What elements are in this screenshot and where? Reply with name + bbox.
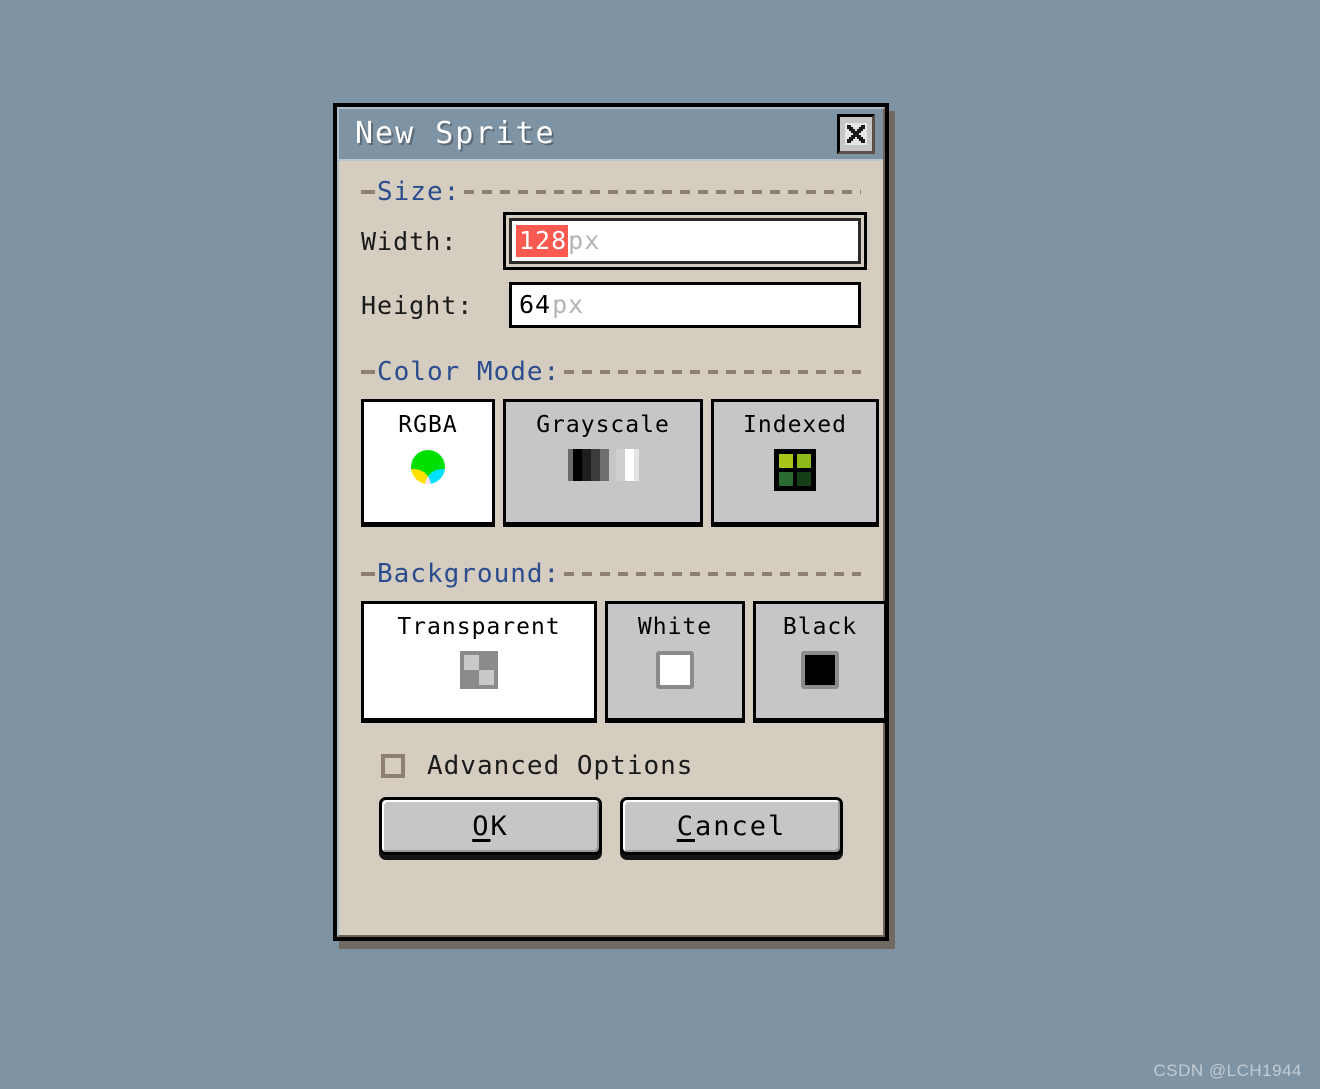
- color-mode-indexed-button[interactable]: Indexed: [711, 399, 879, 527]
- palette-grid-icon: [774, 449, 816, 491]
- dialog-body: Size: Width: 128 px Height: 64 px Color …: [339, 161, 887, 935]
- group-rule: [564, 572, 861, 576]
- ok-mnemonic: O: [472, 810, 491, 842]
- cancel-rest: ancel: [694, 810, 787, 842]
- group-dash: [361, 370, 375, 374]
- cancel-button-label: Cancel: [677, 813, 787, 840]
- advanced-options-row[interactable]: Advanced Options: [361, 753, 861, 779]
- advanced-options-label: Advanced Options: [427, 751, 694, 781]
- color-mode-options: RGBA Grayscale Indexed: [361, 399, 879, 527]
- color-mode-grayscale-label: Grayscale: [536, 412, 670, 438]
- color-mode-indexed-label: Indexed: [743, 412, 847, 438]
- rgb-venn-icon: [397, 449, 459, 505]
- dialog-titlebar[interactable]: New Sprite: [339, 109, 883, 161]
- width-label: Width:: [361, 226, 458, 256]
- cancel-mnemonic: C: [676, 810, 695, 842]
- cancel-button[interactable]: Cancel: [620, 797, 843, 855]
- width-input[interactable]: 128 px: [503, 212, 867, 270]
- color-mode-rgba-label: RGBA: [398, 412, 458, 438]
- background-white-label: White: [637, 614, 713, 640]
- background-transparent-button[interactable]: Transparent: [361, 601, 597, 723]
- width-suffix: px: [568, 226, 601, 255]
- dialog-button-row: OK Cancel: [361, 797, 861, 855]
- group-dash: [361, 190, 375, 194]
- color-mode-group-header: Color Mode:: [361, 355, 861, 389]
- color-mode-group-label: Color Mode:: [377, 357, 561, 387]
- height-label: Height:: [361, 290, 474, 320]
- width-field-row: Width: 128 px: [361, 212, 867, 270]
- group-dash: [361, 572, 375, 576]
- height-field-row: Height: 64 px: [361, 277, 861, 333]
- ok-rest: K: [490, 810, 509, 842]
- height-input[interactable]: 64 px: [509, 282, 861, 328]
- grayscale-ramp-icon: [567, 449, 639, 481]
- ok-button-label: OK: [472, 813, 509, 840]
- advanced-options-checkbox[interactable]: [381, 754, 405, 778]
- white-swatch-icon: [656, 651, 694, 689]
- checkerboard-icon: [460, 651, 498, 689]
- background-black-label: Black: [782, 614, 858, 640]
- ok-button[interactable]: OK: [379, 797, 602, 855]
- watermark: CSDN @LCH1944: [1153, 1061, 1302, 1080]
- color-mode-rgba-button[interactable]: RGBA: [361, 399, 495, 527]
- background-white-button[interactable]: White: [605, 601, 745, 723]
- close-x-icon: [845, 123, 867, 145]
- size-group-header: Size:: [361, 175, 861, 209]
- new-sprite-dialog: New Sprite Size: Width: 128 px Height: 6…: [333, 103, 889, 941]
- group-rule: [464, 190, 861, 194]
- close-button[interactable]: [837, 114, 875, 154]
- width-value: 128: [516, 225, 569, 257]
- size-group-label: Size:: [377, 177, 461, 207]
- background-group-label: Background:: [377, 559, 561, 589]
- dialog-inner-frame: New Sprite Size: Width: 128 px Height: 6…: [337, 107, 887, 937]
- background-black-button[interactable]: Black: [753, 601, 887, 723]
- height-value: 64: [519, 290, 552, 319]
- dialog-title: New Sprite: [355, 116, 556, 151]
- group-rule: [564, 370, 861, 374]
- background-transparent-label: Transparent: [397, 614, 561, 640]
- black-swatch-icon: [801, 651, 839, 689]
- background-options: Transparent White Black: [361, 601, 887, 723]
- background-group-header: Background:: [361, 557, 861, 591]
- height-suffix: px: [552, 290, 585, 319]
- color-mode-grayscale-button[interactable]: Grayscale: [503, 399, 703, 527]
